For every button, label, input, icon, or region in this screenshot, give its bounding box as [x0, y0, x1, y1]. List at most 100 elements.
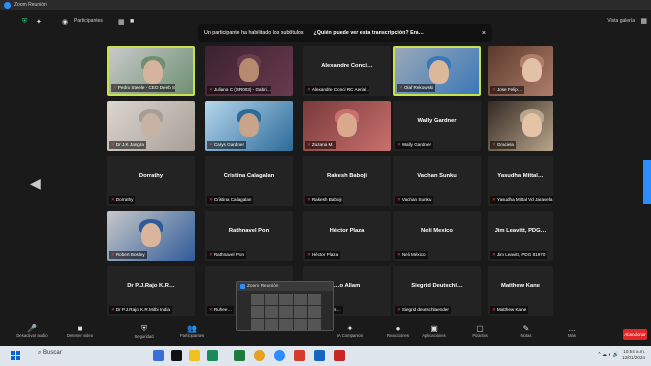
muted-mic-icon: ✕ — [307, 142, 311, 147]
zoom-icon[interactable] — [274, 350, 285, 361]
participant-face — [239, 58, 259, 82]
participant-tile[interactable]: ✕Jose Felip… — [488, 46, 553, 96]
grid-icon[interactable]: ▦ — [118, 18, 125, 26]
participant-label-text: Vachan Sunku — [401, 197, 432, 202]
toolbar-button[interactable]: ⛨ Seguridad — [122, 324, 166, 339]
participant-face — [239, 113, 259, 137]
participant-label: ✕Ruhee… — [207, 306, 234, 314]
participant-face — [141, 223, 161, 247]
participant-tile[interactable]: Cristina Calagalan ✕Cristina Calagalan — [205, 156, 293, 206]
app-icon[interactable] — [334, 350, 345, 361]
previous-page-icon[interactable]: ◀ — [30, 175, 41, 192]
gallery-icon[interactable]: ▦ — [640, 17, 647, 25]
participant-tile[interactable]: Jim Leavitt, PDG… ✕Jim Leavitt, PDG 81970 — [488, 211, 553, 261]
shield-icon[interactable]: ⛨ — [22, 18, 27, 26]
taskbar-search[interactable]: ⌕ Buscar — [38, 350, 62, 357]
participant-tile[interactable]: Yasudha Mittal… ✕Yasudha Mittal Vd Jarave… — [488, 156, 553, 206]
app-icon[interactable] — [171, 350, 182, 361]
participant-tile[interactable]: Dorrathy ✕Dorrathy — [107, 156, 195, 206]
stop-icon[interactable]: ■ — [130, 18, 134, 25]
participant-label-text: Carys Gardner — [213, 142, 244, 147]
muted-mic-icon: ✕ — [111, 252, 115, 257]
toolbar-button[interactable]: ■ Detener video — [58, 324, 102, 338]
participants-label[interactable]: Participantes — [74, 18, 103, 24]
participant-label: ✕Siegrid deutschlaender — [395, 306, 451, 314]
participant-label: ✕Dr J.K.Jangra — [109, 141, 146, 149]
zoom-logo-icon — [4, 1, 11, 9]
toolbar-button[interactable]: … Más — [550, 324, 594, 338]
muted-mic-icon: ✕ — [399, 85, 403, 90]
participant-label: ✕Juliana C (SR003) - Gabri… — [207, 86, 271, 94]
participant-label: ✕Olaf Rekowski — [397, 84, 436, 92]
participant-tile[interactable]: ✕Dr J.K.Jangra — [107, 101, 195, 151]
muted-mic-icon: ✕ — [397, 142, 401, 147]
info-icon[interactable]: ✦ — [36, 18, 42, 26]
participant-tile[interactable]: Matthew Kane ✕Matthew Kane — [488, 266, 553, 316]
view-button[interactable]: Vista galería — [607, 18, 635, 24]
muted-mic-icon: ✕ — [307, 252, 311, 257]
transcript-question[interactable]: ¿Quién puede ver esta transcripción? Era… — [314, 30, 424, 36]
toolbar-label: IA Companion — [336, 333, 364, 338]
participant-name: Wally Gardner — [417, 118, 457, 124]
record-icon[interactable]: ◉ — [62, 18, 68, 26]
participant-label: ✕Dorrathy — [109, 196, 136, 204]
participant-face — [141, 113, 161, 137]
muted-mic-icon: ✕ — [492, 307, 496, 312]
participant-label-text: Héctor Plaza — [311, 252, 339, 257]
participant-name: Yasudha Mittal… — [497, 173, 544, 179]
close-icon[interactable]: × — [482, 30, 486, 37]
muted-mic-icon: ✕ — [209, 197, 213, 202]
participant-label: ✕Vachan Sunku — [395, 196, 434, 204]
toolbar-button[interactable]: ✦ IA Companion — [328, 324, 372, 338]
chrome-icon[interactable] — [254, 350, 265, 361]
participant-tile[interactable]: Rakesh Baboji ✕Rakesh Baboji — [303, 156, 391, 206]
toolbar-label: Seguridad — [134, 334, 154, 339]
window-titlebar: Zoom Reunión — [0, 0, 651, 10]
participant-tile[interactable]: Siegrid Deutschl… ✕Siegrid deutschlaender — [393, 266, 481, 316]
app-icon[interactable] — [314, 350, 325, 361]
participant-tile[interactable]: Alexandre Conci… ✕Alexandre Conci RC Aeri… — [303, 46, 391, 96]
toolbar-button[interactable]: 👥 Participantes — [170, 324, 214, 338]
app-icon[interactable] — [294, 350, 305, 361]
participant-tile[interactable]: ✕Zuzana M. — [303, 101, 391, 151]
participant-tile[interactable]: Rathnavel Pon ✕Rathnavel Pon — [205, 211, 293, 261]
participant-face — [522, 113, 542, 137]
participant-tile[interactable]: ✕Juliana C (SR003) - Gabri… — [205, 46, 293, 96]
window-preview[interactable]: Zoom Reunión — [236, 281, 334, 331]
participant-label-text: Cristina Calagalan — [213, 197, 252, 202]
participant-tile[interactable]: ✕Graciela — [488, 101, 553, 151]
toolbar-button[interactable]: ▢ Pizarras — [458, 324, 502, 338]
participant-tile[interactable]: ✕Robert Bosley — [107, 211, 195, 261]
muted-mic-icon: ✕ — [492, 142, 496, 147]
app-icon[interactable] — [153, 350, 164, 361]
participant-label-text: Robert Bosley — [115, 252, 145, 257]
app-icon[interactable] — [207, 350, 218, 361]
participant-tile[interactable]: ✕Pedro Steele - CEO Deeb Sola… — [107, 46, 195, 96]
system-tray[interactable]: ^ ☁ ◐ 🔊 — [598, 352, 619, 358]
participant-tile[interactable]: Wally Gardner ✕Wally Gardner — [393, 101, 481, 151]
participant-tile[interactable]: Dr P.J.Rajo K.R… ✕Dr P.J.Rajo K.R.Mitbi I… — [107, 266, 195, 316]
muted-mic-icon: ✕ — [397, 307, 401, 312]
clock[interactable]: 10:54 a.m. 13/01/2024 — [622, 349, 645, 361]
participant-face — [143, 60, 163, 84]
participant-tile[interactable]: ✕Carys Gardner — [205, 101, 293, 151]
participant-label-text: Alexandre Conci RC Aerial… — [311, 87, 369, 92]
participant-name: Dorrathy — [138, 173, 164, 179]
next-page-tab[interactable] — [643, 160, 651, 204]
toolbar-button[interactable]: ✎ Notas — [504, 324, 548, 338]
participant-tile[interactable]: Neli Mexico ✕Neli México — [393, 211, 481, 261]
participant-tile[interactable]: Héctor Plaza ✕Héctor Plaza — [303, 211, 391, 261]
toolbar-icon: ✦ — [346, 324, 354, 333]
folder-icon[interactable] — [189, 350, 200, 361]
leave-button[interactable]: Abandonar — [623, 329, 647, 340]
app-icon[interactable] — [234, 350, 245, 361]
participant-label: ✕Carys Gardner — [207, 141, 246, 149]
participant-label: ✕Pedro Steele - CEO Deeb Sola… — [111, 84, 175, 92]
participant-label-text: Dorrathy — [115, 197, 134, 202]
participant-tile[interactable]: Vachan Sunku ✕Vachan Sunku — [393, 156, 481, 206]
zoom-logo-icon — [240, 284, 245, 289]
participant-tile[interactable]: ✕Olaf Rekowski — [393, 46, 481, 96]
windows-start-icon[interactable] — [11, 351, 20, 360]
toolbar-button[interactable]: ▣ Aplicaciones — [412, 324, 456, 338]
toolbar-button[interactable]: 🎤 Desactivar audio — [10, 324, 54, 338]
